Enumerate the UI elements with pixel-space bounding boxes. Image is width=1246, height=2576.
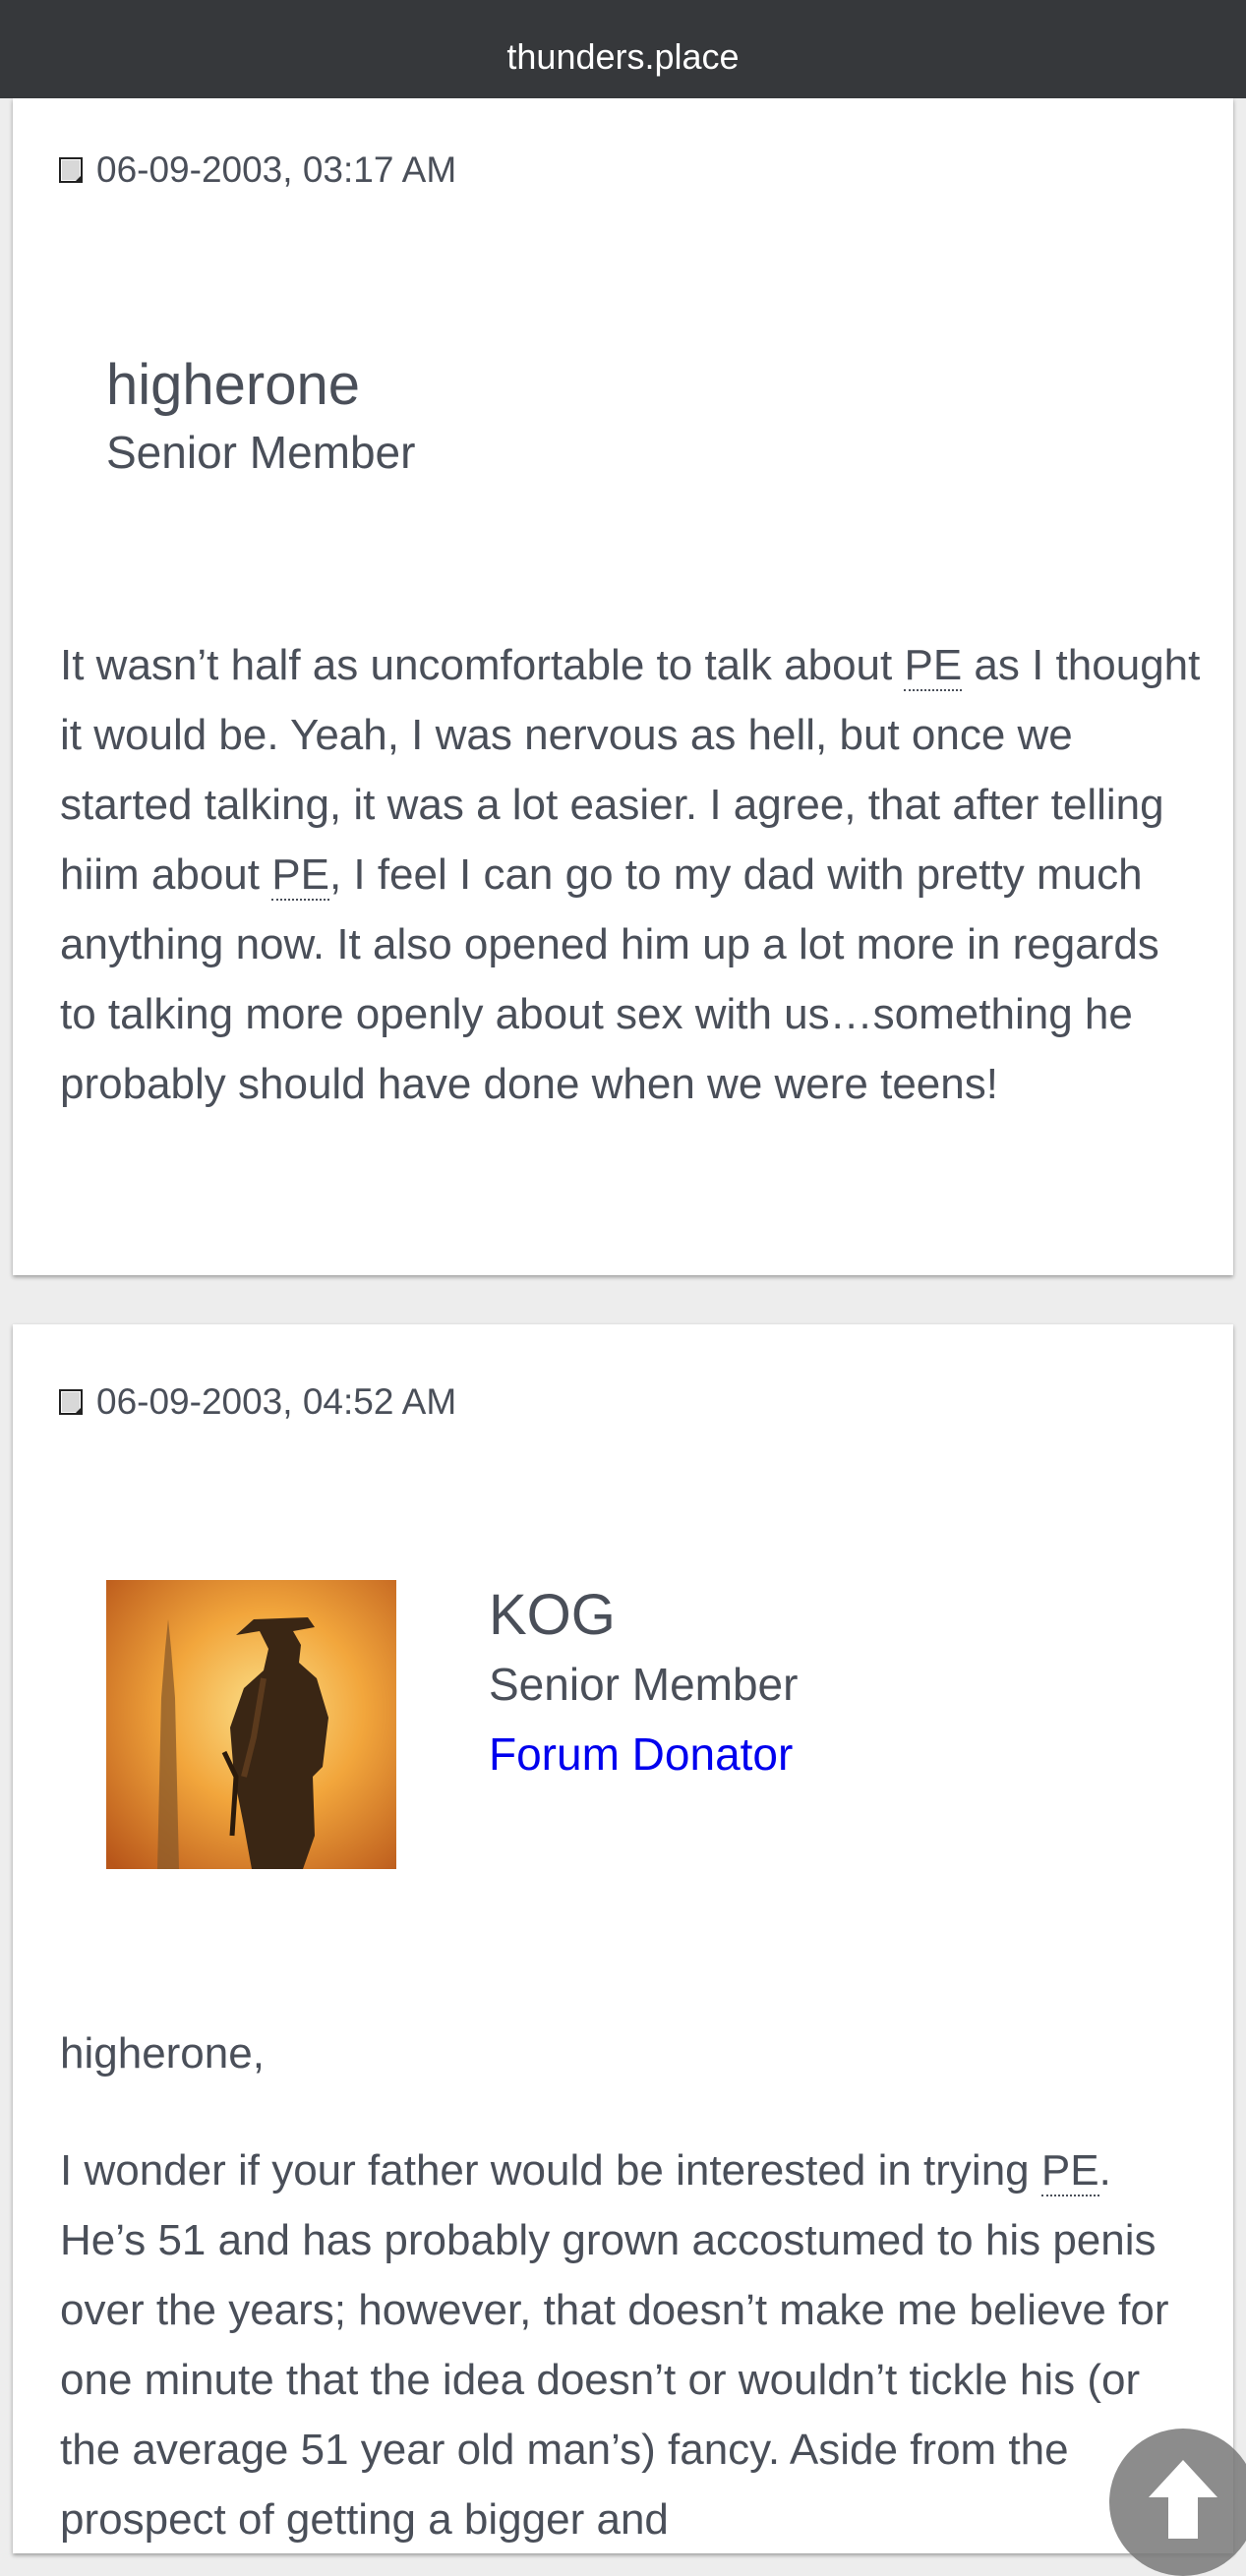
- post-text: It wasn’t half as uncomfortable to talk …: [60, 641, 905, 689]
- post-date-text: 06-09-2003, 03:17 AM: [96, 149, 457, 190]
- post-text: . He’s 51 and has probably grown accostu…: [60, 2146, 1169, 2544]
- donator-badge[interactable]: Forum Donator: [489, 1727, 793, 1781]
- post-date: 06-09-2003, 03:17 AM: [59, 149, 456, 191]
- arrow-up-icon: [1139, 2450, 1227, 2544]
- post-text: I wonder if your father would be interes…: [60, 2146, 1041, 2195]
- post-body: It wasn’t half as uncomfortable to talk …: [60, 630, 1201, 1119]
- post-icon: [59, 1388, 85, 1416]
- post-date-text: 06-09-2003, 04:52 AM: [96, 1381, 457, 1422]
- site-header: thunders.place: [0, 0, 1246, 98]
- post-card: 06-09-2003, 03:17 AM higherone Senior Me…: [13, 98, 1233, 1275]
- pe-abbreviation[interactable]: PE: [271, 850, 329, 901]
- pe-abbreviation[interactable]: PE: [1040, 2146, 1099, 2196]
- site-title: thunders.place: [506, 36, 740, 77]
- pe-abbreviation[interactable]: PE: [904, 641, 963, 691]
- post-date: 06-09-2003, 04:52 AM: [59, 1381, 456, 1423]
- scroll-to-top-button[interactable]: [1109, 2429, 1246, 2576]
- greeting-text: higherone,: [60, 2029, 265, 2078]
- username-link[interactable]: KOG: [489, 1582, 616, 1648]
- post-body: I wonder if your father would be interes…: [60, 2136, 1201, 2554]
- avatar[interactable]: [106, 1580, 396, 1869]
- post-icon: [59, 156, 85, 184]
- user-title: Senior Member: [489, 1659, 799, 1710]
- username-link[interactable]: higherone: [106, 352, 360, 418]
- post-card: 06-09-2003, 04:52 AM KOG Senior Member F…: [13, 1324, 1233, 2553]
- post-greeting: higherone,: [60, 2019, 1201, 2088]
- user-title: Senior Member: [106, 427, 416, 478]
